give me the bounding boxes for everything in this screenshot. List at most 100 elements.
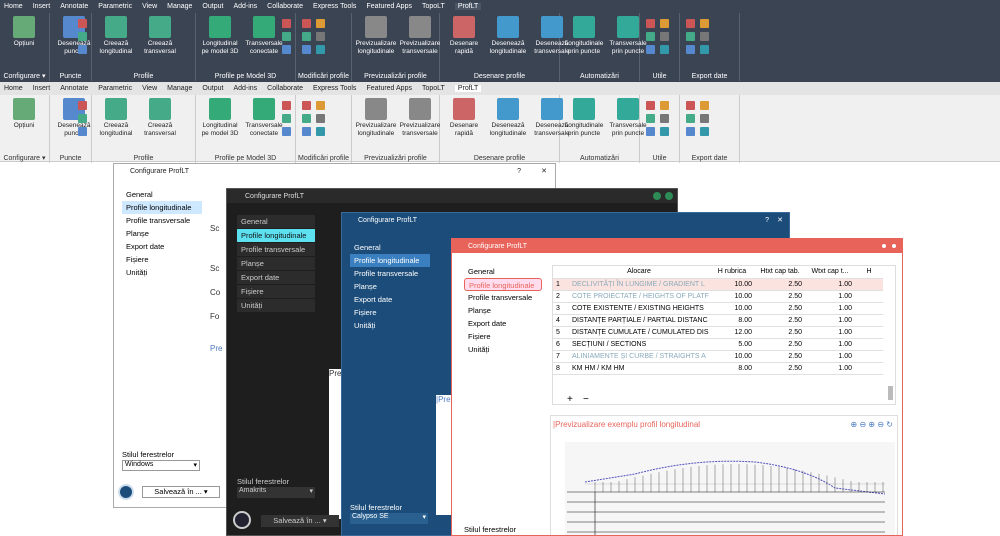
small-tool-icon[interactable] [700, 19, 709, 28]
tab-add-ins[interactable]: Add-ins [233, 3, 257, 10]
creeaza-long-button[interactable]: Creează longitudinal [94, 16, 138, 56]
small-tool-icon[interactable] [316, 127, 325, 136]
tab-proflt[interactable]: ProfLT [454, 3, 482, 10]
small-tool-icon[interactable] [660, 45, 669, 54]
cell-h[interactable]: 8.00 [709, 314, 755, 327]
cell-htxt[interactable]: 2.50 [755, 302, 805, 315]
des-long-button[interactable]: Desenează longitudinale [486, 98, 530, 138]
cell-h[interactable]: 10.00 [709, 290, 755, 303]
zoom-window-icon[interactable]: ⊕ [868, 420, 875, 429]
small-tool-icon[interactable] [686, 114, 695, 123]
cell-h2[interactable] [855, 278, 883, 291]
min-icon[interactable] [882, 244, 886, 248]
small-tool-icon[interactable] [302, 101, 311, 110]
nav-export[interactable]: Export date [122, 240, 202, 253]
col-h[interactable]: H [855, 266, 883, 279]
nav-unitati[interactable]: Unități [464, 343, 542, 356]
cell-htxt[interactable]: 2.50 [755, 350, 805, 363]
creeaza-trans-button[interactable]: Creează transversal [138, 16, 182, 56]
optiuni-button[interactable]: Opțiuni [2, 98, 46, 130]
nav-planse[interactable]: Planșe [237, 257, 315, 270]
col-htxt[interactable]: Htxt cap tab. [755, 266, 805, 279]
small-tool-icon[interactable] [646, 114, 655, 123]
help-button[interactable]: ? [517, 168, 521, 175]
nav-profile-long[interactable]: Profile longitudinale [237, 229, 315, 242]
trans-conectate-button[interactable]: Transversale conectate [242, 98, 286, 138]
add-row-button[interactable]: + [567, 394, 573, 405]
help-button[interactable]: ? [765, 217, 769, 224]
small-tool-icon[interactable] [316, 32, 325, 41]
cell-h[interactable]: 10.00 [709, 278, 755, 291]
zoom-in-icon[interactable]: ⊕ [851, 420, 858, 429]
table-row[interactable]: 8 KM HM / KM HM 8.00 2.50 1.00 [553, 362, 883, 375]
nav-unitati[interactable]: Unități [237, 299, 315, 312]
deseneaza-puncte-button[interactable]: Desenează puncte [52, 16, 96, 56]
nav-export[interactable]: Export date [464, 317, 542, 330]
des-long-button[interactable]: Desenează longitudinale [486, 16, 530, 56]
cell-h2[interactable] [855, 338, 883, 351]
cell-wtxt[interactable]: 1.00 [805, 314, 855, 327]
long-model-button[interactable]: Longitudinal pe model 3D [198, 16, 242, 56]
style-select[interactable]: Calypso SE ▾ [350, 513, 428, 524]
small-tool-icon[interactable] [646, 101, 655, 110]
style-select[interactable]: Amakrits ▾ [237, 487, 315, 498]
tab-view[interactable]: View [142, 3, 157, 10]
tab-parametric[interactable]: Parametric [98, 85, 132, 92]
cell-wtxt[interactable]: 1.00 [805, 290, 855, 303]
tab-home[interactable]: Home [4, 85, 23, 92]
small-tool-icon[interactable] [686, 45, 695, 54]
table-row[interactable]: 6 SECȚIUNI / SECTIONS 5.00 2.50 1.00 [553, 338, 883, 351]
small-tool-icon[interactable] [78, 101, 87, 110]
cell-wtxt[interactable]: 1.00 [805, 338, 855, 351]
nav-unitati[interactable]: Unități [350, 319, 430, 332]
small-tool-icon[interactable] [686, 127, 695, 136]
scrollbar-vertical[interactable] [888, 386, 893, 400]
tab-express-tools[interactable]: Express Tools [313, 3, 356, 10]
cell-wtxt[interactable]: 1.00 [805, 278, 855, 291]
refresh-icon[interactable]: ↻ [886, 420, 893, 429]
small-tool-icon[interactable] [78, 45, 87, 54]
creeaza-long-button[interactable]: Creează longitudinal [94, 98, 138, 138]
tab-annotate[interactable]: Annotate [60, 3, 88, 10]
nav-general[interactable]: General [350, 241, 430, 254]
tab-output[interactable]: Output [202, 3, 223, 10]
cell-wtxt[interactable]: 1.00 [805, 362, 855, 375]
deseneaza-puncte-button[interactable]: Desenează puncte [52, 98, 96, 138]
close-button[interactable]: ✕ [777, 216, 783, 224]
small-tool-icon[interactable] [700, 101, 709, 110]
small-tool-icon[interactable] [316, 101, 325, 110]
col-h-rubrica[interactable]: H rubrica [709, 266, 755, 279]
min-icon[interactable] [653, 192, 661, 200]
tab-manage[interactable]: Manage [167, 85, 192, 92]
close-icon[interactable] [892, 244, 896, 248]
nav-profile-trans[interactable]: Profile transversale [237, 243, 315, 256]
small-tool-icon[interactable] [78, 32, 87, 41]
cell-h[interactable]: 12.00 [709, 326, 755, 339]
tab-output[interactable]: Output [202, 85, 223, 92]
cell-alocare[interactable]: DISTANȚE PARȚIALE / PARTIAL DISTANC [569, 314, 709, 327]
tab-manage[interactable]: Manage [167, 3, 192, 10]
small-tool-icon[interactable] [78, 114, 87, 123]
creeaza-trans-button[interactable]: Creează transversal [138, 98, 182, 138]
cell-h[interactable]: 5.00 [709, 338, 755, 351]
close-button[interactable]: ✕ [541, 167, 547, 175]
tab-collaborate[interactable]: Collaborate [267, 85, 303, 92]
tab-collaborate[interactable]: Collaborate [267, 3, 303, 10]
cell-h2[interactable] [855, 350, 883, 363]
long-puncte-button[interactable]: Longitudinale prin puncte [562, 98, 606, 138]
table-row[interactable]: 5 DISTANȚE CUMULATE / CUMULATED DIS 12.00 2… [553, 326, 883, 339]
nav-planse[interactable]: Planșe [350, 280, 430, 293]
small-tool-icon[interactable] [316, 19, 325, 28]
desenare-rapida-button[interactable]: Desenare rapidă [442, 98, 486, 138]
nav-export[interactable]: Export date [237, 271, 315, 284]
cell-h2[interactable] [855, 362, 883, 375]
cell-htxt[interactable]: 2.50 [755, 362, 805, 375]
tab-home[interactable]: Home [4, 3, 23, 10]
cell-htxt[interactable]: 2.50 [755, 338, 805, 351]
nav-profile-trans[interactable]: Profile transversale [464, 291, 542, 304]
small-tool-icon[interactable] [316, 114, 325, 123]
cell-wtxt[interactable]: 1.00 [805, 350, 855, 363]
nav-fisiere[interactable]: Fișiere [237, 285, 315, 298]
small-tool-icon[interactable] [302, 127, 311, 136]
nav-fisiere[interactable]: Fișiere [464, 330, 542, 343]
